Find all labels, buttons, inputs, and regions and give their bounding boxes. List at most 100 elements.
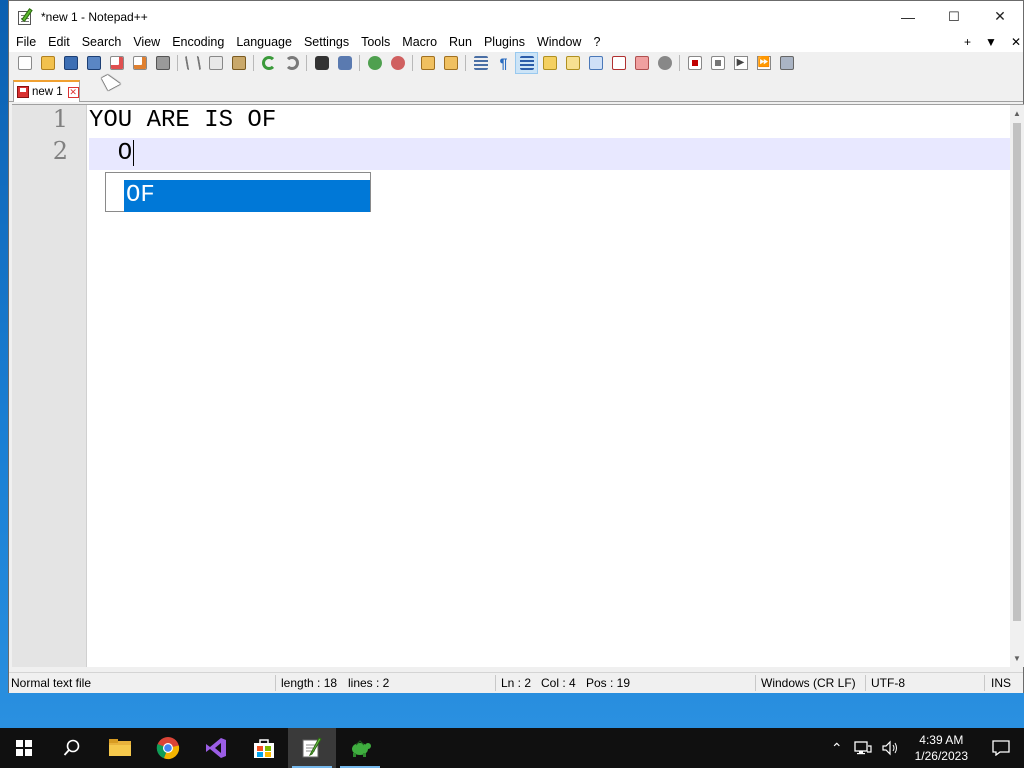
close-button[interactable]: ✕ xyxy=(977,1,1023,32)
paste-icon[interactable] xyxy=(227,52,250,74)
menu-help[interactable]: ? xyxy=(587,32,606,52)
editor-line[interactable]: YOU ARE IS OF xyxy=(89,105,1010,137)
copy-icon[interactable] xyxy=(204,52,227,74)
editor-line-text: O xyxy=(89,140,133,167)
system-tray: ⌃ 4:39 AM 1/26/2023 xyxy=(825,728,1024,768)
tab-list-dropdown-icon[interactable]: ▼ xyxy=(985,35,997,49)
network-icon[interactable] xyxy=(853,740,872,756)
tab-close-icon[interactable]: ✕ xyxy=(67,86,79,98)
function-list-icon[interactable] xyxy=(584,52,607,74)
add-tab-icon[interactable]: + xyxy=(964,35,971,49)
menu-view[interactable]: View xyxy=(127,32,166,52)
line-number-gutter: 1 2 xyxy=(12,105,87,667)
close-document-icon[interactable]: ✕ xyxy=(1011,35,1021,49)
tortoise-icon xyxy=(352,740,371,757)
run-macro-multiple-icon[interactable]: ⏩ xyxy=(752,52,775,74)
vertical-scrollbar[interactable]: ▲ ▼ xyxy=(1010,105,1024,667)
store-icon xyxy=(254,739,274,758)
new-file-icon[interactable] xyxy=(13,52,36,74)
taskbar-chrome[interactable] xyxy=(144,728,192,768)
status-file-type: Normal text file xyxy=(11,676,92,690)
monitoring-icon[interactable] xyxy=(630,52,653,74)
title-bar[interactable]: *new 1 - Notepad++ — ☐ ✕ xyxy=(9,1,1023,32)
close-icon: ✕ xyxy=(994,8,1006,24)
open-file-icon[interactable] xyxy=(36,52,59,74)
taskbar-search-button[interactable] xyxy=(48,728,96,768)
zoom-in-icon[interactable] xyxy=(363,52,386,74)
zoom-out-icon[interactable] xyxy=(386,52,409,74)
find-icon[interactable] xyxy=(310,52,333,74)
word-wrap-icon[interactable] xyxy=(469,52,492,74)
close-all-icon[interactable] xyxy=(128,52,151,74)
menu-file[interactable]: File xyxy=(10,32,42,52)
taskbar-file-explorer[interactable] xyxy=(96,728,144,768)
replace-icon[interactable] xyxy=(333,52,356,74)
taskbar-tortoise-app[interactable] xyxy=(336,728,384,768)
sync-horizontal-icon[interactable] xyxy=(439,52,462,74)
autocomplete-item-selected[interactable]: OF xyxy=(124,180,370,212)
cut-icon[interactable] xyxy=(181,52,204,74)
minimize-button[interactable]: — xyxy=(885,1,931,32)
tab-label: new 1 xyxy=(32,86,63,98)
save-icon[interactable] xyxy=(59,52,82,74)
line-number: 2 xyxy=(52,137,68,165)
record-macro-icon[interactable] xyxy=(683,52,706,74)
save-macro-icon[interactable] xyxy=(775,52,798,74)
menu-settings[interactable]: Settings xyxy=(298,32,355,52)
status-encoding[interactable]: UTF-8 xyxy=(871,676,905,690)
status-pos: Pos : 19 xyxy=(586,676,631,690)
redo-icon[interactable] xyxy=(280,52,303,74)
play-macro-icon[interactable]: ▶ xyxy=(729,52,752,74)
menu-plugins[interactable]: Plugins xyxy=(478,32,531,52)
editor-line-current[interactable]: O xyxy=(89,138,1010,170)
stop-record-icon[interactable] xyxy=(706,52,729,74)
menu-window[interactable]: Window xyxy=(531,32,587,52)
toolbar-separator xyxy=(412,55,413,71)
record-macro-icon[interactable] xyxy=(653,52,676,74)
menu-bar: File Edit Search View Encoding Language … xyxy=(9,32,1023,52)
save-all-icon[interactable] xyxy=(82,52,105,74)
menu-search[interactable]: Search xyxy=(76,32,128,52)
doc-map-icon[interactable] xyxy=(561,52,584,74)
taskbar-notepadpp[interactable] xyxy=(288,728,336,768)
close-icon[interactable] xyxy=(105,52,128,74)
taskbar: ⌃ 4:39 AM 1/26/2023 xyxy=(0,728,1024,768)
start-button[interactable] xyxy=(0,728,48,768)
menu-macro[interactable]: Macro xyxy=(396,32,443,52)
menu-edit[interactable]: Edit xyxy=(42,32,76,52)
status-divider xyxy=(755,675,756,691)
toolbar-separator xyxy=(177,55,178,71)
unsaved-disk-icon xyxy=(17,86,29,98)
undo-icon[interactable] xyxy=(257,52,280,74)
system-clock[interactable]: 4:39 AM 1/26/2023 xyxy=(905,732,978,764)
volume-icon[interactable] xyxy=(882,740,900,756)
editor-line-text: YOU ARE IS OF xyxy=(89,107,277,134)
maximize-button[interactable]: ☐ xyxy=(931,1,977,32)
menu-language[interactable]: Language xyxy=(230,32,298,52)
editor-area[interactable]: 1 2 YOU ARE IS OF O OF ▲ ▼ xyxy=(12,104,1024,667)
toolbar-separator xyxy=(679,55,680,71)
print-icon[interactable] xyxy=(151,52,174,74)
line-number: 1 xyxy=(52,105,68,133)
menu-run[interactable]: Run xyxy=(443,32,478,52)
folder-workspace-icon[interactable] xyxy=(607,52,630,74)
sync-vertical-icon[interactable] xyxy=(416,52,439,74)
menu-tools[interactable]: Tools xyxy=(355,32,396,52)
indent-guide-icon[interactable] xyxy=(515,52,538,74)
notification-center-button[interactable] xyxy=(978,728,1024,768)
menu-encoding[interactable]: Encoding xyxy=(166,32,230,52)
status-eol[interactable]: Windows (CR LF) xyxy=(761,676,856,690)
scroll-down-icon[interactable]: ▼ xyxy=(1013,654,1021,663)
notepadpp-icon xyxy=(302,737,322,758)
toolbar-separator xyxy=(306,55,307,71)
notepadpp-icon xyxy=(17,7,35,26)
scrollbar-thumb[interactable] xyxy=(1013,123,1021,621)
show-hidden-icons-chevron-icon[interactable]: ⌃ xyxy=(825,740,849,757)
taskbar-store[interactable] xyxy=(240,728,288,768)
taskbar-visual-studio[interactable] xyxy=(192,728,240,768)
tab-new-1[interactable]: new 1 ✕ xyxy=(13,80,80,102)
show-all-chars-icon[interactable]: ¶ xyxy=(492,52,515,74)
udl-icon[interactable] xyxy=(538,52,561,74)
scroll-up-icon[interactable]: ▲ xyxy=(1013,109,1021,118)
status-col: Col : 4 xyxy=(541,676,576,690)
